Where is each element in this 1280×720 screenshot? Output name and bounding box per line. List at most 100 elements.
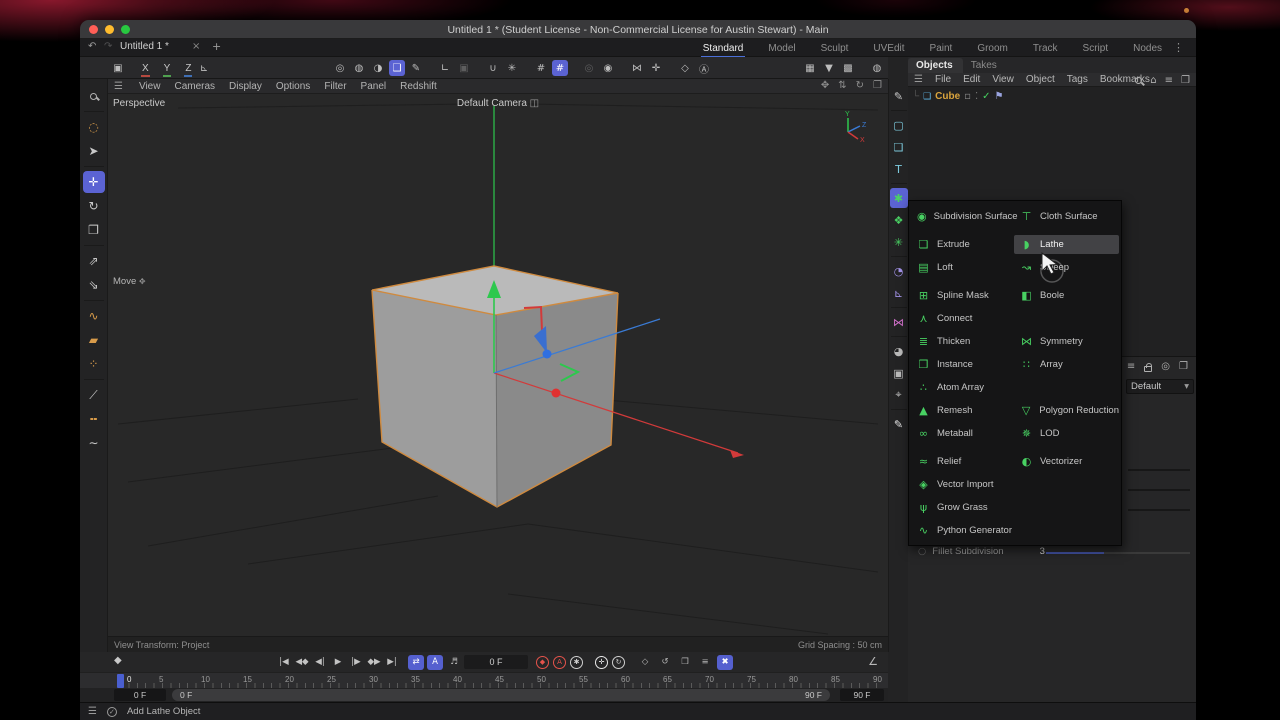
primitive-cube-menu[interactable]: ❑ — [389, 60, 405, 76]
coord-system-button[interactable]: ▣ — [110, 60, 126, 76]
attr-popout-icon[interactable]: ❐ — [1179, 361, 1188, 372]
layout-tab-script[interactable]: Script — [1083, 43, 1109, 54]
layout-tab-sculpt[interactable]: Sculpt — [821, 43, 849, 54]
menu-item-python-generator[interactable]: ∿Python Generator — [911, 521, 1012, 540]
current-frame-field[interactable]: 0 F — [464, 655, 528, 669]
tab-close-icon[interactable]: × — [192, 41, 200, 52]
menu-item-remesh[interactable]: ▲Remesh — [911, 401, 1012, 420]
prev-frame-button[interactable]: ◀| — [312, 655, 328, 670]
line-cut-tool[interactable]: ╍ — [83, 408, 105, 430]
viewport-menu-icon[interactable]: ☰ — [114, 81, 123, 92]
sphere-check-button[interactable]: ◍ — [869, 60, 885, 76]
goto-end-button[interactable]: ▶| — [384, 655, 400, 670]
text-object-button[interactable]: T — [890, 159, 908, 179]
search-icon[interactable] — [1135, 77, 1142, 84]
undo-icon[interactable]: ↶ — [88, 41, 96, 52]
axis-lock-x[interactable]: X — [140, 63, 151, 74]
sound-button[interactable]: ♬ — [446, 655, 462, 670]
menu-item-subdivision-surface[interactable]: ◉Subdivision Surface — [911, 207, 1012, 226]
key-selection-button[interactable]: ◇ — [637, 655, 653, 670]
annotate-tool[interactable]: ✎ — [890, 414, 908, 434]
deformers-menu[interactable]: ◔ — [890, 261, 908, 281]
workplane-button[interactable]: ∟ — [437, 60, 453, 76]
menu-item-vector-import[interactable]: ◈Vector Import — [911, 475, 1012, 494]
spline-pen-palette[interactable]: ✎ — [890, 86, 908, 106]
menu-item-boole[interactable]: ◧Boole — [1014, 286, 1119, 305]
target-icon[interactable]: ◎ — [1161, 361, 1170, 372]
pen-spline-menu[interactable]: ✎ — [408, 60, 424, 76]
objects-menu-icon[interactable]: ☰ — [914, 74, 923, 85]
next-frame-button[interactable]: |▶ — [348, 655, 364, 670]
capsule-button[interactable]: ◇ — [677, 60, 693, 76]
render-settings-button[interactable]: ◑ — [370, 60, 386, 76]
spline-smooth-tool[interactable]: ∿ — [83, 305, 105, 327]
layout-tab-standard[interactable]: Standard — [703, 43, 744, 54]
symmetry-menu[interactable]: ⋈ — [890, 312, 908, 332]
manager-tab-takes[interactable]: Takes — [963, 58, 1007, 73]
layout-tab-groom[interactable]: Groom — [977, 43, 1008, 54]
menu-item-grow-grass[interactable]: ψGrow Grass — [911, 498, 1012, 517]
keying-settings-button[interactable]: ✱ — [570, 656, 583, 669]
popout-icon[interactable]: ❐ — [1181, 75, 1190, 86]
layout-tab-nodes[interactable]: Nodes — [1133, 43, 1162, 54]
rotate-tool[interactable]: ↻ — [83, 195, 105, 217]
spline-modifier-menu[interactable]: ⊾ — [890, 283, 908, 303]
timeline-ruler[interactable]: 051015202530354045505560657075808590 — [80, 672, 888, 688]
knife-tool[interactable]: ⟋ — [83, 384, 105, 406]
menu-item-lod[interactable]: ✵LOD — [1014, 424, 1119, 443]
scale-tool[interactable]: ❐ — [83, 219, 105, 241]
layer-box-icon[interactable]: ▫ — [964, 91, 971, 102]
spline-primitives-menu[interactable]: ▢ — [890, 115, 908, 135]
spline-pen-tool[interactable]: ▰ — [83, 329, 105, 351]
record-position-button[interactable]: ✛ — [595, 656, 608, 669]
prev-key-button[interactable]: ◀◆ — [294, 655, 310, 670]
stage-menu[interactable]: ⌖ — [890, 385, 908, 405]
next-key-button[interactable]: ◆▶ — [366, 655, 382, 670]
layout-tab-paint[interactable]: Paint — [930, 43, 953, 54]
visibility-dots-icon[interactable]: ⁚ — [975, 91, 978, 102]
layout-tab-model[interactable]: Model — [768, 43, 795, 54]
modeling-settings-button[interactable]: ✛ — [648, 60, 664, 76]
x-axis-handle[interactable] — [552, 389, 561, 398]
status-menu-icon[interactable]: ☰ — [88, 706, 97, 717]
z-axis-handle[interactable] — [543, 350, 552, 359]
goto-start-button[interactable]: |◀ — [276, 655, 292, 670]
primitive-objects-menu[interactable]: ❑ — [890, 137, 908, 157]
lock-icon[interactable] — [1144, 366, 1152, 372]
attr-filter-icon[interactable]: ≡ — [1127, 361, 1135, 372]
objects-menu-object[interactable]: Object — [1026, 74, 1055, 85]
objects-menu-view[interactable]: View — [992, 74, 1014, 85]
multi-axis-tool[interactable]: ⇘ — [83, 274, 105, 296]
manager-tab-objects[interactable]: Objects — [908, 58, 963, 73]
play-button[interactable]: ▶ — [330, 655, 346, 670]
home-icon[interactable]: ⌂ — [1150, 75, 1156, 86]
live-selection-tool[interactable]: ◌ — [83, 116, 105, 138]
axis-center-button[interactable]: ◉ — [600, 60, 616, 76]
spline-sketch-tool[interactable]: ∼ — [83, 432, 105, 454]
menu-item-polygon-reduction[interactable]: ▽Polygon Reduction — [1014, 401, 1119, 420]
quantize-button[interactable]: # — [552, 60, 568, 76]
timeline-scrubber[interactable] — [117, 674, 124, 688]
render-view-button[interactable]: ◎ — [332, 60, 348, 76]
range-end-field[interactable]: 90 F — [840, 689, 884, 701]
axis-mode-button[interactable]: ◎ — [581, 60, 597, 76]
x-axis-arrow[interactable] — [730, 450, 744, 458]
fields-menu[interactable]: ✳ — [890, 232, 908, 252]
redo-icon[interactable]: ↷ — [104, 41, 112, 52]
fillet-subdivision-slider[interactable] — [1046, 552, 1190, 554]
enabled-check-icon[interactable]: ✓ — [982, 91, 990, 102]
render-queue-button[interactable]: ▦ — [802, 60, 818, 76]
viewport-camera-label[interactable]: Default Camera ◫ — [108, 98, 888, 109]
play-mode-button[interactable]: A — [427, 655, 443, 670]
menu-item-extrude[interactable]: ❏Extrude — [911, 235, 1012, 254]
viewport[interactable]: ☰ ViewCamerasDisplayOptionsFilterPanelRe… — [108, 79, 888, 652]
menu-item-spline-mask[interactable]: ⊞Spline Mask — [911, 286, 1012, 305]
filter-icon[interactable]: ≡ — [1165, 75, 1173, 86]
generators-menu[interactable]: ✱ — [890, 188, 908, 208]
menu-item-symmetry[interactable]: ⋈Symmetry — [1014, 332, 1119, 351]
asset-button[interactable]: Ⓐ — [696, 60, 712, 76]
menu-item-metaball[interactable]: ∞Metaball — [911, 424, 1012, 443]
symmetry-toggle-button[interactable]: ⋈ — [629, 60, 645, 76]
viewport-menu-view[interactable]: View — [139, 81, 161, 92]
viewport-menu-panel[interactable]: Panel — [361, 81, 387, 92]
